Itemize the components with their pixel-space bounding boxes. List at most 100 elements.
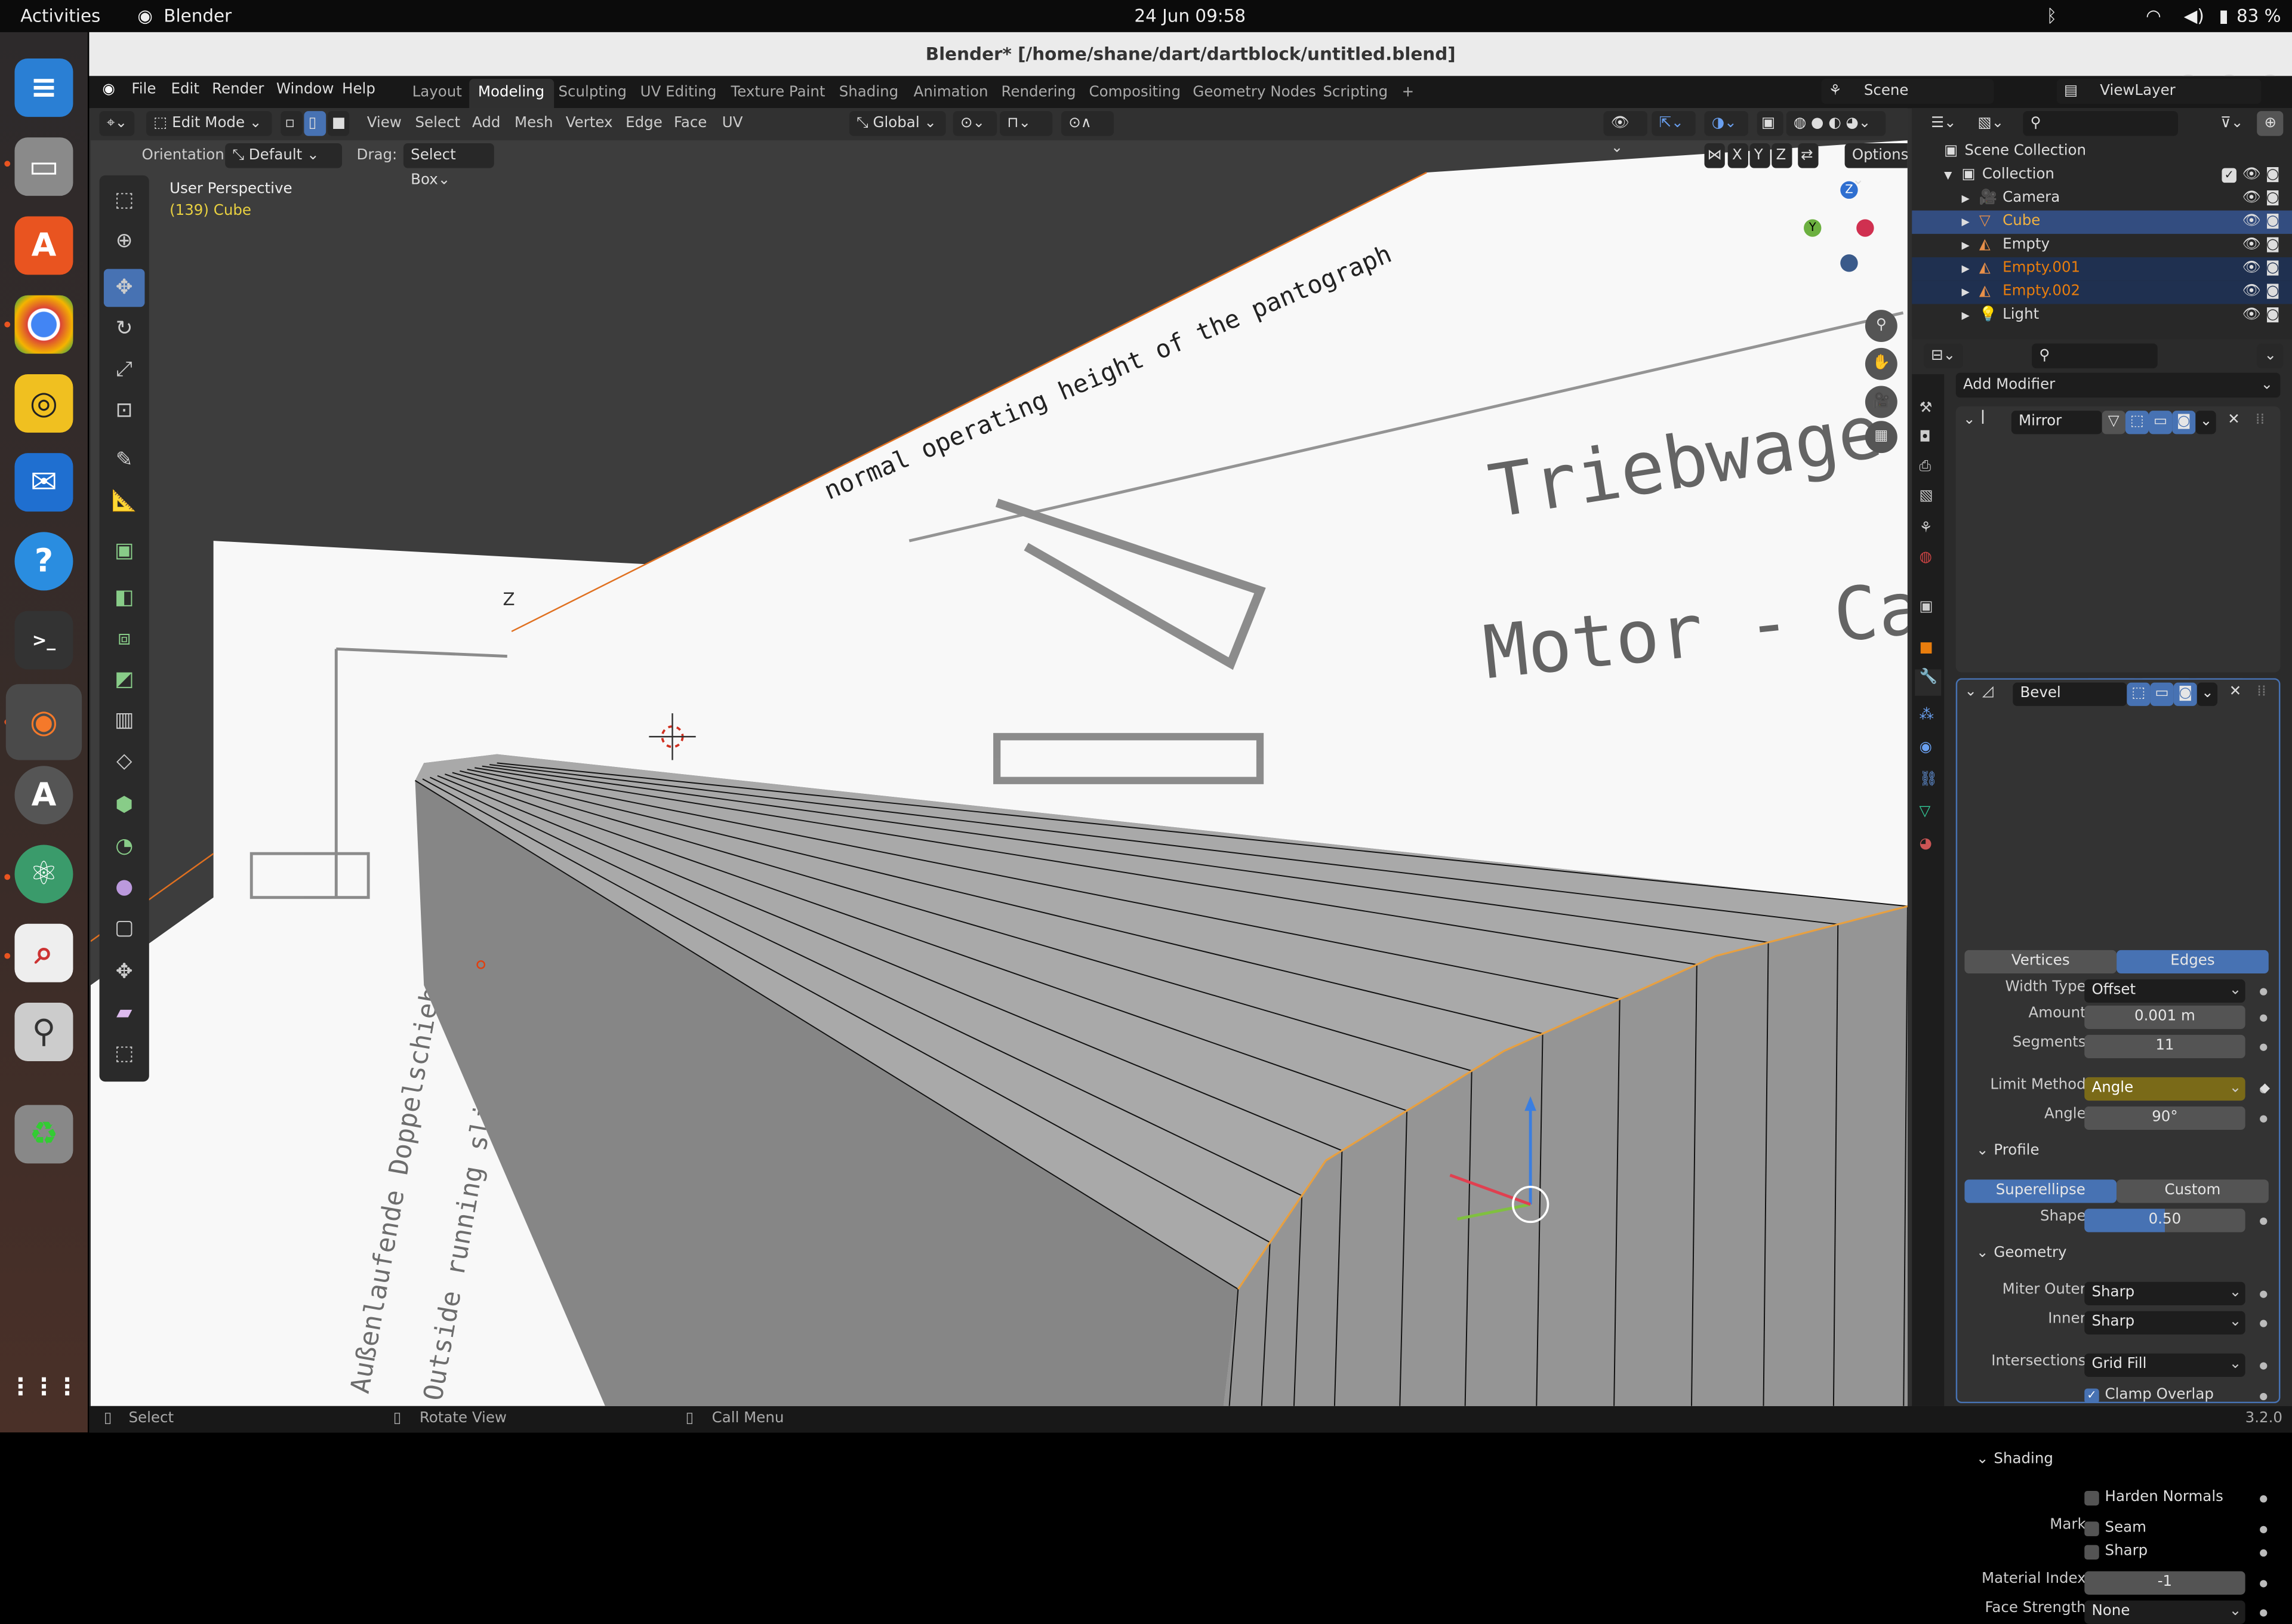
keyframe-dot-icon[interactable] bbox=[2260, 1320, 2268, 1327]
menu-window[interactable]: Window bbox=[276, 82, 334, 98]
tab-compositing[interactable]: Compositing bbox=[1080, 79, 1190, 108]
expand-arrow-icon[interactable]: ▶ bbox=[1962, 304, 1970, 327]
poly-build-tool-icon[interactable]: ⬢ bbox=[104, 787, 145, 825]
drag-handle-icon[interactable]: ⁞⁞ bbox=[2256, 412, 2265, 429]
add-modifier-dropdown[interactable]: Add Modifier ⌄ bbox=[1955, 372, 2281, 398]
keyframe-diamond-icon[interactable]: ◆ bbox=[2260, 1081, 2270, 1096]
viewport-scene[interactable]: normal operating height of the pantograp… bbox=[90, 108, 1908, 1406]
scene-tab-icon[interactable]: ⚘ bbox=[1920, 520, 1933, 537]
bevel-name-field[interactable]: Bevel bbox=[2013, 682, 2127, 706]
eye-icon[interactable]: 👁 bbox=[2242, 281, 2261, 304]
panel-expanded-icon[interactable]: ⌄ bbox=[1976, 1452, 1989, 1468]
keyframe-dot-icon[interactable] bbox=[2260, 1218, 2268, 1225]
mirror-z-toggle[interactable]: Z bbox=[1772, 143, 1792, 168]
tab-animation[interactable]: Animation bbox=[905, 79, 997, 108]
volume-icon[interactable]: ◀) bbox=[2184, 6, 2204, 26]
menu-file[interactable]: File bbox=[131, 82, 156, 98]
rhythmbox-icon[interactable]: ◎ bbox=[14, 374, 73, 433]
modifier-menu-chevron[interactable]: ⌄ bbox=[2196, 682, 2218, 706]
width-type-dropdown[interactable]: Offset bbox=[2084, 979, 2245, 1003]
thunderbird-icon[interactable]: ✉ bbox=[14, 453, 73, 512]
help-icon[interactable]: ? bbox=[14, 532, 73, 591]
outliner-item-name[interactable]: Empty.002 bbox=[2003, 281, 2080, 304]
render-toggle-icon[interactable]: ◙ bbox=[2172, 411, 2196, 434]
clock[interactable]: 24 Jun 09:58 bbox=[1134, 6, 1246, 26]
outliner-item[interactable]: ▶ ▽ Cube 👁 ◙ bbox=[1912, 210, 2292, 234]
mode-selector[interactable]: ⬚ Edit Mode ⌄ bbox=[146, 111, 272, 136]
intersections-dropdown[interactable]: Grid Fill bbox=[2084, 1353, 2245, 1377]
inset-tool-icon[interactable]: ⧈ bbox=[104, 620, 145, 658]
material-index-field[interactable]: -1 bbox=[2084, 1571, 2245, 1595]
harden-normals-label[interactable]: Harden Normals bbox=[2105, 1487, 2223, 1510]
add-cube-tool-icon[interactable]: ▣ bbox=[104, 532, 145, 570]
seam-label[interactable]: Seam bbox=[2105, 1517, 2146, 1540]
outliner-item[interactable]: ▶ ◭ Empty.001 👁 ◙ bbox=[1912, 257, 2292, 281]
panel-expanded-icon[interactable]: ⌄ bbox=[1976, 1143, 1989, 1159]
select-box-tool-icon[interactable]: ⬚ bbox=[104, 181, 145, 220]
options-dropdown[interactable]: Options ⌄ bbox=[1844, 143, 1908, 189]
collection-row[interactable]: ▼ ▣ Collection ✓ 👁 ◙ bbox=[1912, 164, 2292, 187]
render-camera-icon[interactable]: ◙ bbox=[2266, 211, 2280, 234]
keyframe-dot-icon[interactable] bbox=[2260, 988, 2268, 996]
search-app-icon[interactable]: ⚲ bbox=[14, 1003, 73, 1061]
tab-geometry-nodes[interactable]: Geometry Nodes bbox=[1184, 79, 1325, 108]
limit-method-dropdown[interactable]: Angle bbox=[2084, 1077, 2245, 1101]
render-camera-icon[interactable]: ◙ bbox=[2266, 281, 2280, 304]
keyframe-dot-icon[interactable] bbox=[2260, 1362, 2268, 1370]
keyframe-dot-icon[interactable] bbox=[2260, 1495, 2268, 1503]
mirror-y-toggle[interactable]: Y bbox=[1749, 143, 1770, 168]
bevel-tab-edges[interactable]: Edges bbox=[2117, 950, 2269, 974]
gizmo-z-axis[interactable]: Z bbox=[1840, 181, 1858, 199]
outliner-search[interactable]: ⚲ bbox=[2023, 111, 2178, 136]
gizmo-x-axis[interactable] bbox=[1856, 219, 1874, 237]
orientation-dropdown[interactable]: ⤡ Default ⌄ bbox=[225, 143, 343, 168]
eye-icon[interactable]: 👁 bbox=[2242, 257, 2261, 281]
outliner-display-mode[interactable]: ☰⌄ bbox=[1923, 111, 1964, 136]
tool-tab-icon[interactable]: ⚒ bbox=[1920, 400, 1933, 417]
menu-mesh[interactable]: Mesh bbox=[515, 115, 553, 131]
outliner-item[interactable]: ▶ ◭ Empty.002 👁 ◙ bbox=[1912, 281, 2292, 304]
files-icon[interactable]: ▭ bbox=[14, 137, 73, 196]
bluetooth-icon[interactable]: ᛒ bbox=[2047, 6, 2057, 26]
rip-tool-icon[interactable]: ⬚ bbox=[104, 1035, 145, 1073]
blender-logo-icon[interactable]: ◉ bbox=[102, 82, 115, 98]
keyframe-dot-icon[interactable] bbox=[2260, 1014, 2268, 1022]
keyframe-dot-icon[interactable] bbox=[2260, 1526, 2268, 1533]
drag-handle-icon[interactable]: ⁞⁞ bbox=[2257, 684, 2266, 700]
snap-toggle[interactable]: ⊓⌄ bbox=[1000, 111, 1053, 136]
collapse-arrow-icon[interactable]: ▼ bbox=[1944, 164, 1952, 187]
amount-field[interactable]: 0.001 m bbox=[2084, 1005, 2245, 1030]
menu-add[interactable]: Add bbox=[472, 115, 500, 131]
pan-view-icon[interactable]: ✋ bbox=[1865, 347, 1897, 380]
outliner-item-name[interactable]: Camera bbox=[2003, 187, 2060, 210]
software-updater-icon[interactable]: A bbox=[14, 766, 73, 825]
outliner-item-name[interactable]: Light bbox=[2003, 304, 2039, 327]
menu-select[interactable]: Select bbox=[415, 115, 461, 131]
document-viewer-icon[interactable]: ⌕ bbox=[14, 923, 73, 982]
measure-tool-icon[interactable]: 📐 bbox=[104, 482, 145, 520]
view-layer-tab-icon[interactable]: ▧ bbox=[1920, 488, 1933, 504]
menu-edge[interactable]: Edge bbox=[626, 115, 663, 131]
cursor-tool-icon[interactable]: ⊕ bbox=[104, 222, 145, 260]
physics-tab-icon[interactable]: ◉ bbox=[1920, 739, 1932, 756]
tab-rendering[interactable]: Rendering bbox=[993, 79, 1085, 108]
terminal-icon[interactable]: >_ bbox=[14, 611, 73, 670]
annotate-tool-icon[interactable]: ✎ bbox=[104, 442, 145, 480]
particles-tab-icon[interactable]: ⁂ bbox=[1920, 707, 1934, 723]
new-collection-icon[interactable]: ⊕ bbox=[2257, 111, 2284, 136]
render-camera-icon[interactable]: ◙ bbox=[2266, 164, 2280, 187]
profile-tab-custom[interactable]: Custom bbox=[2117, 1179, 2269, 1203]
rotate-tool-icon[interactable]: ↻ bbox=[104, 310, 145, 348]
app-menu[interactable]: Blender bbox=[164, 6, 232, 26]
edit-mode-toggle-icon[interactable]: ⬚ bbox=[2127, 682, 2151, 706]
panel-expanded-icon[interactable]: ⌄ bbox=[1976, 1246, 1989, 1262]
mark-seam-checkbox[interactable] bbox=[2084, 1521, 2099, 1536]
zoom-view-icon[interactable]: ⚲ bbox=[1865, 310, 1897, 343]
keyframe-dot-icon[interactable] bbox=[2260, 1043, 2268, 1051]
drag-dropdown[interactable]: Select Box⌄ bbox=[403, 143, 494, 189]
trash-icon[interactable]: ♻ bbox=[14, 1105, 73, 1164]
keyframe-dot-icon[interactable] bbox=[2260, 1580, 2268, 1588]
render-toggle-icon[interactable]: ◙ bbox=[2173, 682, 2197, 706]
menu-uv[interactable]: UV bbox=[722, 115, 743, 131]
shape-slider[interactable]: 0.50 bbox=[2084, 1209, 2245, 1232]
